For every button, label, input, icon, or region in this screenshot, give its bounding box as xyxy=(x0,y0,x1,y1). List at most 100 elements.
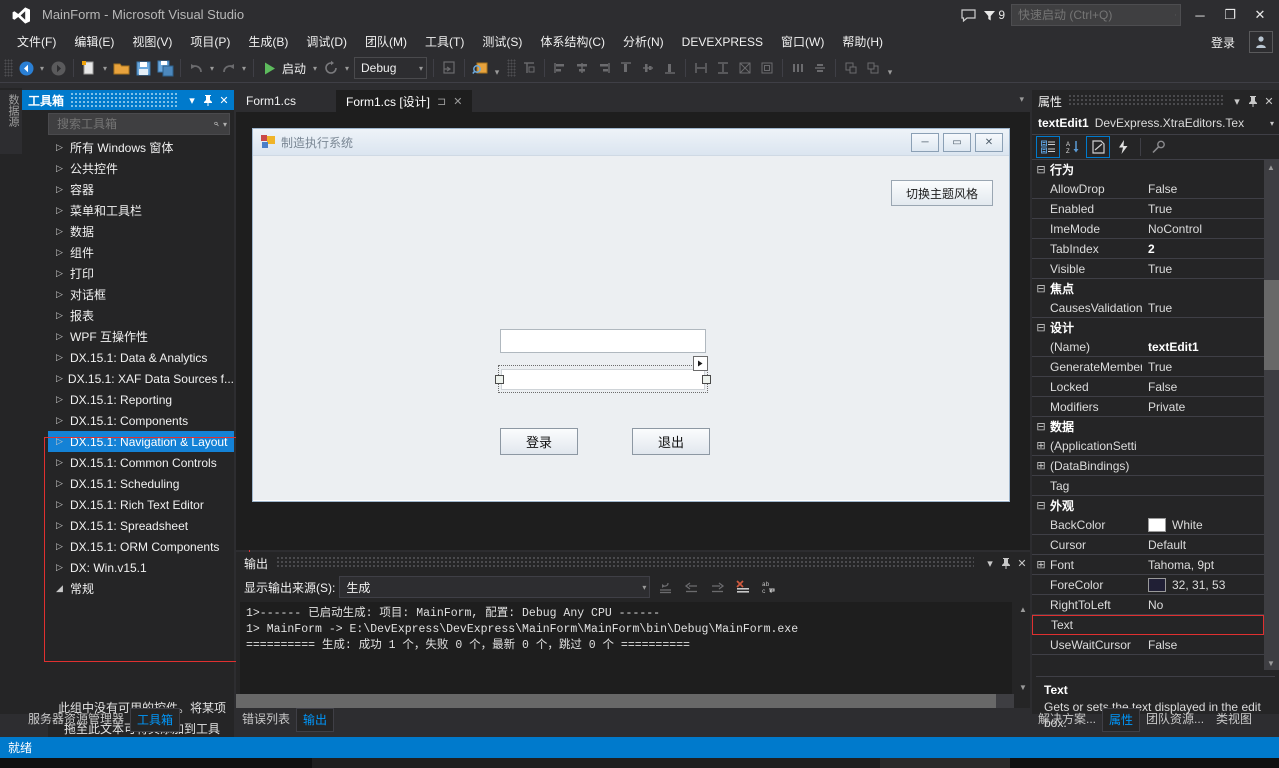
next-message-icon[interactable] xyxy=(706,577,728,597)
properties-object-selector[interactable]: textEdit1 DevExpress.XtraEditors.Tex ▾ xyxy=(1032,112,1279,135)
properties-grid[interactable]: ⊟ 行为 AllowDrop False Enabled True ImeMode No… xyxy=(1032,160,1264,670)
minimize-button[interactable]: ─ xyxy=(1185,0,1215,30)
property-value[interactable]: No xyxy=(1142,598,1264,612)
restore-button[interactable]: ❐ xyxy=(1215,0,1245,30)
output-horizontal-scrollbar[interactable] xyxy=(236,694,1014,708)
property-category-focus[interactable]: ⊟ 焦点 xyxy=(1032,279,1264,298)
save-icon[interactable] xyxy=(132,57,154,79)
property-row-righttoleft[interactable]: RightToLeft No xyxy=(1032,595,1264,615)
menu-item-edit[interactable]: 编辑(E) xyxy=(65,30,123,54)
output-close-icon[interactable]: ✕ xyxy=(1014,554,1030,572)
menu-item-devexpress[interactable]: DEVEXPRESS xyxy=(673,30,772,54)
toolbox-item-general[interactable]: ◢ 常规 xyxy=(48,578,234,599)
tab-server-explorer[interactable]: 服务器资源管理器 xyxy=(22,708,130,730)
output-source-combo[interactable]: 生成 ▾ xyxy=(339,576,651,598)
property-row-backcolor[interactable]: BackColor White xyxy=(1032,515,1264,535)
close-button[interactable]: ✕ xyxy=(1245,0,1275,30)
property-row-cursor[interactable]: Cursor Default xyxy=(1032,535,1264,555)
tab-class-view[interactable]: 类视图 xyxy=(1210,708,1258,730)
menu-item-architecture[interactable]: 体系结构(C) xyxy=(531,30,614,54)
restart-icon[interactable] xyxy=(320,57,342,79)
smart-tag-icon[interactable] xyxy=(693,356,708,371)
data-sources-vertical-tab[interactable]: 数据源 xyxy=(0,90,22,154)
toolbar-grip[interactable] xyxy=(4,59,13,77)
collapse-icon[interactable]: ⊟ xyxy=(1032,420,1050,433)
collapse-icon[interactable]: ⊟ xyxy=(1032,499,1050,512)
properties-view-icon[interactable] xyxy=(1086,136,1110,158)
navigate-backward-dropdown-icon[interactable]: ▾ xyxy=(37,57,47,79)
menu-item-project[interactable]: 项目(P) xyxy=(181,30,239,54)
scroll-up-icon[interactable]: ▲ xyxy=(1016,602,1030,616)
toolbox-drag-dots[interactable] xyxy=(70,93,178,107)
property-row-applicationsettings[interactable]: ⊞ (ApplicationSetti xyxy=(1032,436,1264,456)
toolbox-item-dx-components[interactable]: ▷ DX.15.1: Components xyxy=(48,410,234,431)
toolbox-item-all-windows-forms[interactable]: ▷ 所有 Windows 窗体 xyxy=(48,137,234,158)
menu-item-analyze[interactable]: 分析(N) xyxy=(614,30,673,54)
property-row-name[interactable]: (Name) textEdit1 xyxy=(1032,337,1264,357)
go-to-message-icon[interactable] xyxy=(654,577,676,597)
output-hscroll-thumb[interactable] xyxy=(236,694,996,708)
new-project-dropdown-icon[interactable]: ▾ xyxy=(100,57,110,79)
property-value[interactable]: False xyxy=(1142,380,1264,394)
menu-item-team[interactable]: 团队(M) xyxy=(356,30,416,54)
events-view-icon[interactable] xyxy=(1112,137,1134,157)
alphabetical-view-icon[interactable]: A Z xyxy=(1062,137,1084,157)
property-row-tag[interactable]: Tag xyxy=(1032,476,1264,496)
output-drag-dots[interactable] xyxy=(276,557,974,569)
properties-pin-icon[interactable] xyxy=(1245,92,1261,110)
menu-item-file[interactable]: 文件(F) xyxy=(8,30,65,54)
expand-icon[interactable]: ⊞ xyxy=(1032,459,1050,472)
toolbox-item-dx-spreadsheet[interactable]: ▷ DX.15.1: Spreadsheet xyxy=(48,515,234,536)
toolbox-item-containers[interactable]: ▷ 容器 xyxy=(48,179,234,200)
password-textbox-selection[interactable] xyxy=(495,356,711,393)
menu-item-help[interactable]: 帮助(H) xyxy=(833,30,892,54)
output-pin-icon[interactable] xyxy=(998,554,1014,572)
property-value[interactable]: False xyxy=(1142,182,1264,196)
collapse-icon[interactable]: ⊟ xyxy=(1032,282,1050,295)
user-account-icon[interactable] xyxy=(1249,31,1273,53)
start-label[interactable]: 启动 xyxy=(280,60,310,77)
solution-configuration-combo[interactable]: Debug ▾ xyxy=(354,57,428,79)
switch-theme-button[interactable]: 切换主题风格 xyxy=(891,180,993,206)
layout-toolbar-overflow-icon[interactable]: ▾ xyxy=(884,67,896,82)
username-textbox[interactable] xyxy=(500,329,706,353)
clear-output-icon[interactable] xyxy=(732,577,754,597)
find-in-files-icon[interactable] xyxy=(469,57,491,79)
document-tabstrip-dropdown-icon[interactable]: ▾ xyxy=(1019,94,1024,105)
menu-item-build[interactable]: 生成(B) xyxy=(239,30,297,54)
toolbox-item-printing[interactable]: ▷ 打印 xyxy=(48,263,234,284)
properties-menu-icon[interactable]: ▾ xyxy=(1229,92,1245,110)
property-value[interactable]: True xyxy=(1142,301,1264,315)
navigate-backward-icon[interactable] xyxy=(15,57,37,79)
toolbox-search-box[interactable]: ▾ xyxy=(48,113,230,135)
property-value[interactable]: True xyxy=(1142,262,1264,276)
properties-close-icon[interactable]: ✕ xyxy=(1261,92,1277,110)
tab-properties[interactable]: 属性 xyxy=(1102,708,1141,732)
navigate-forward-icon[interactable] xyxy=(47,57,69,79)
form-designer-surface[interactable]: 制造执行系统 ─ ▭ ✕ 切换主题风格 登录 退出 xyxy=(236,112,1030,550)
save-all-icon[interactable] xyxy=(154,57,176,79)
property-value[interactable]: Private xyxy=(1142,400,1264,414)
collapse-icon[interactable]: ⊟ xyxy=(1032,163,1050,176)
categorized-view-icon[interactable] xyxy=(1036,136,1060,158)
property-category-data[interactable]: ⊟ 数据 xyxy=(1032,417,1264,436)
menu-item-view[interactable]: 视图(V) xyxy=(123,30,181,54)
toolbox-menu-icon[interactable]: ▾ xyxy=(184,91,200,109)
toolbox-item-wpf-interop[interactable]: ▷ WPF 互操作性 xyxy=(48,326,234,347)
new-project-icon[interactable] xyxy=(78,57,100,79)
property-value[interactable]: Tahoma, 9pt xyxy=(1142,558,1264,572)
output-vertical-scrollbar[interactable]: ▲ ▼ xyxy=(1016,602,1030,694)
properties-vertical-scrollbar[interactable]: ▲ ▼ xyxy=(1264,160,1279,670)
expand-icon[interactable]: ⊞ xyxy=(1032,558,1050,571)
toolbox-item-dx-data-analytics[interactable]: ▷ DX.15.1: Data & Analytics xyxy=(48,347,234,368)
redo-icon[interactable] xyxy=(217,57,239,79)
menu-item-test[interactable]: 测试(S) xyxy=(473,30,531,54)
menu-item-window[interactable]: 窗口(W) xyxy=(772,30,833,54)
form-minimize-button[interactable]: ─ xyxy=(911,133,939,152)
toolbox-item-dx-navigation-layout[interactable]: ▷ DX.15.1: Navigation & Layout xyxy=(48,431,234,452)
resize-handle-right[interactable] xyxy=(702,375,711,384)
scroll-up-icon[interactable]: ▲ xyxy=(1264,160,1278,174)
property-row-visible[interactable]: Visible True xyxy=(1032,259,1264,279)
property-category-appearance[interactable]: ⊟ 外观 xyxy=(1032,496,1264,515)
toolbox-item-dx-reporting[interactable]: ▷ DX.15.1: Reporting xyxy=(48,389,234,410)
